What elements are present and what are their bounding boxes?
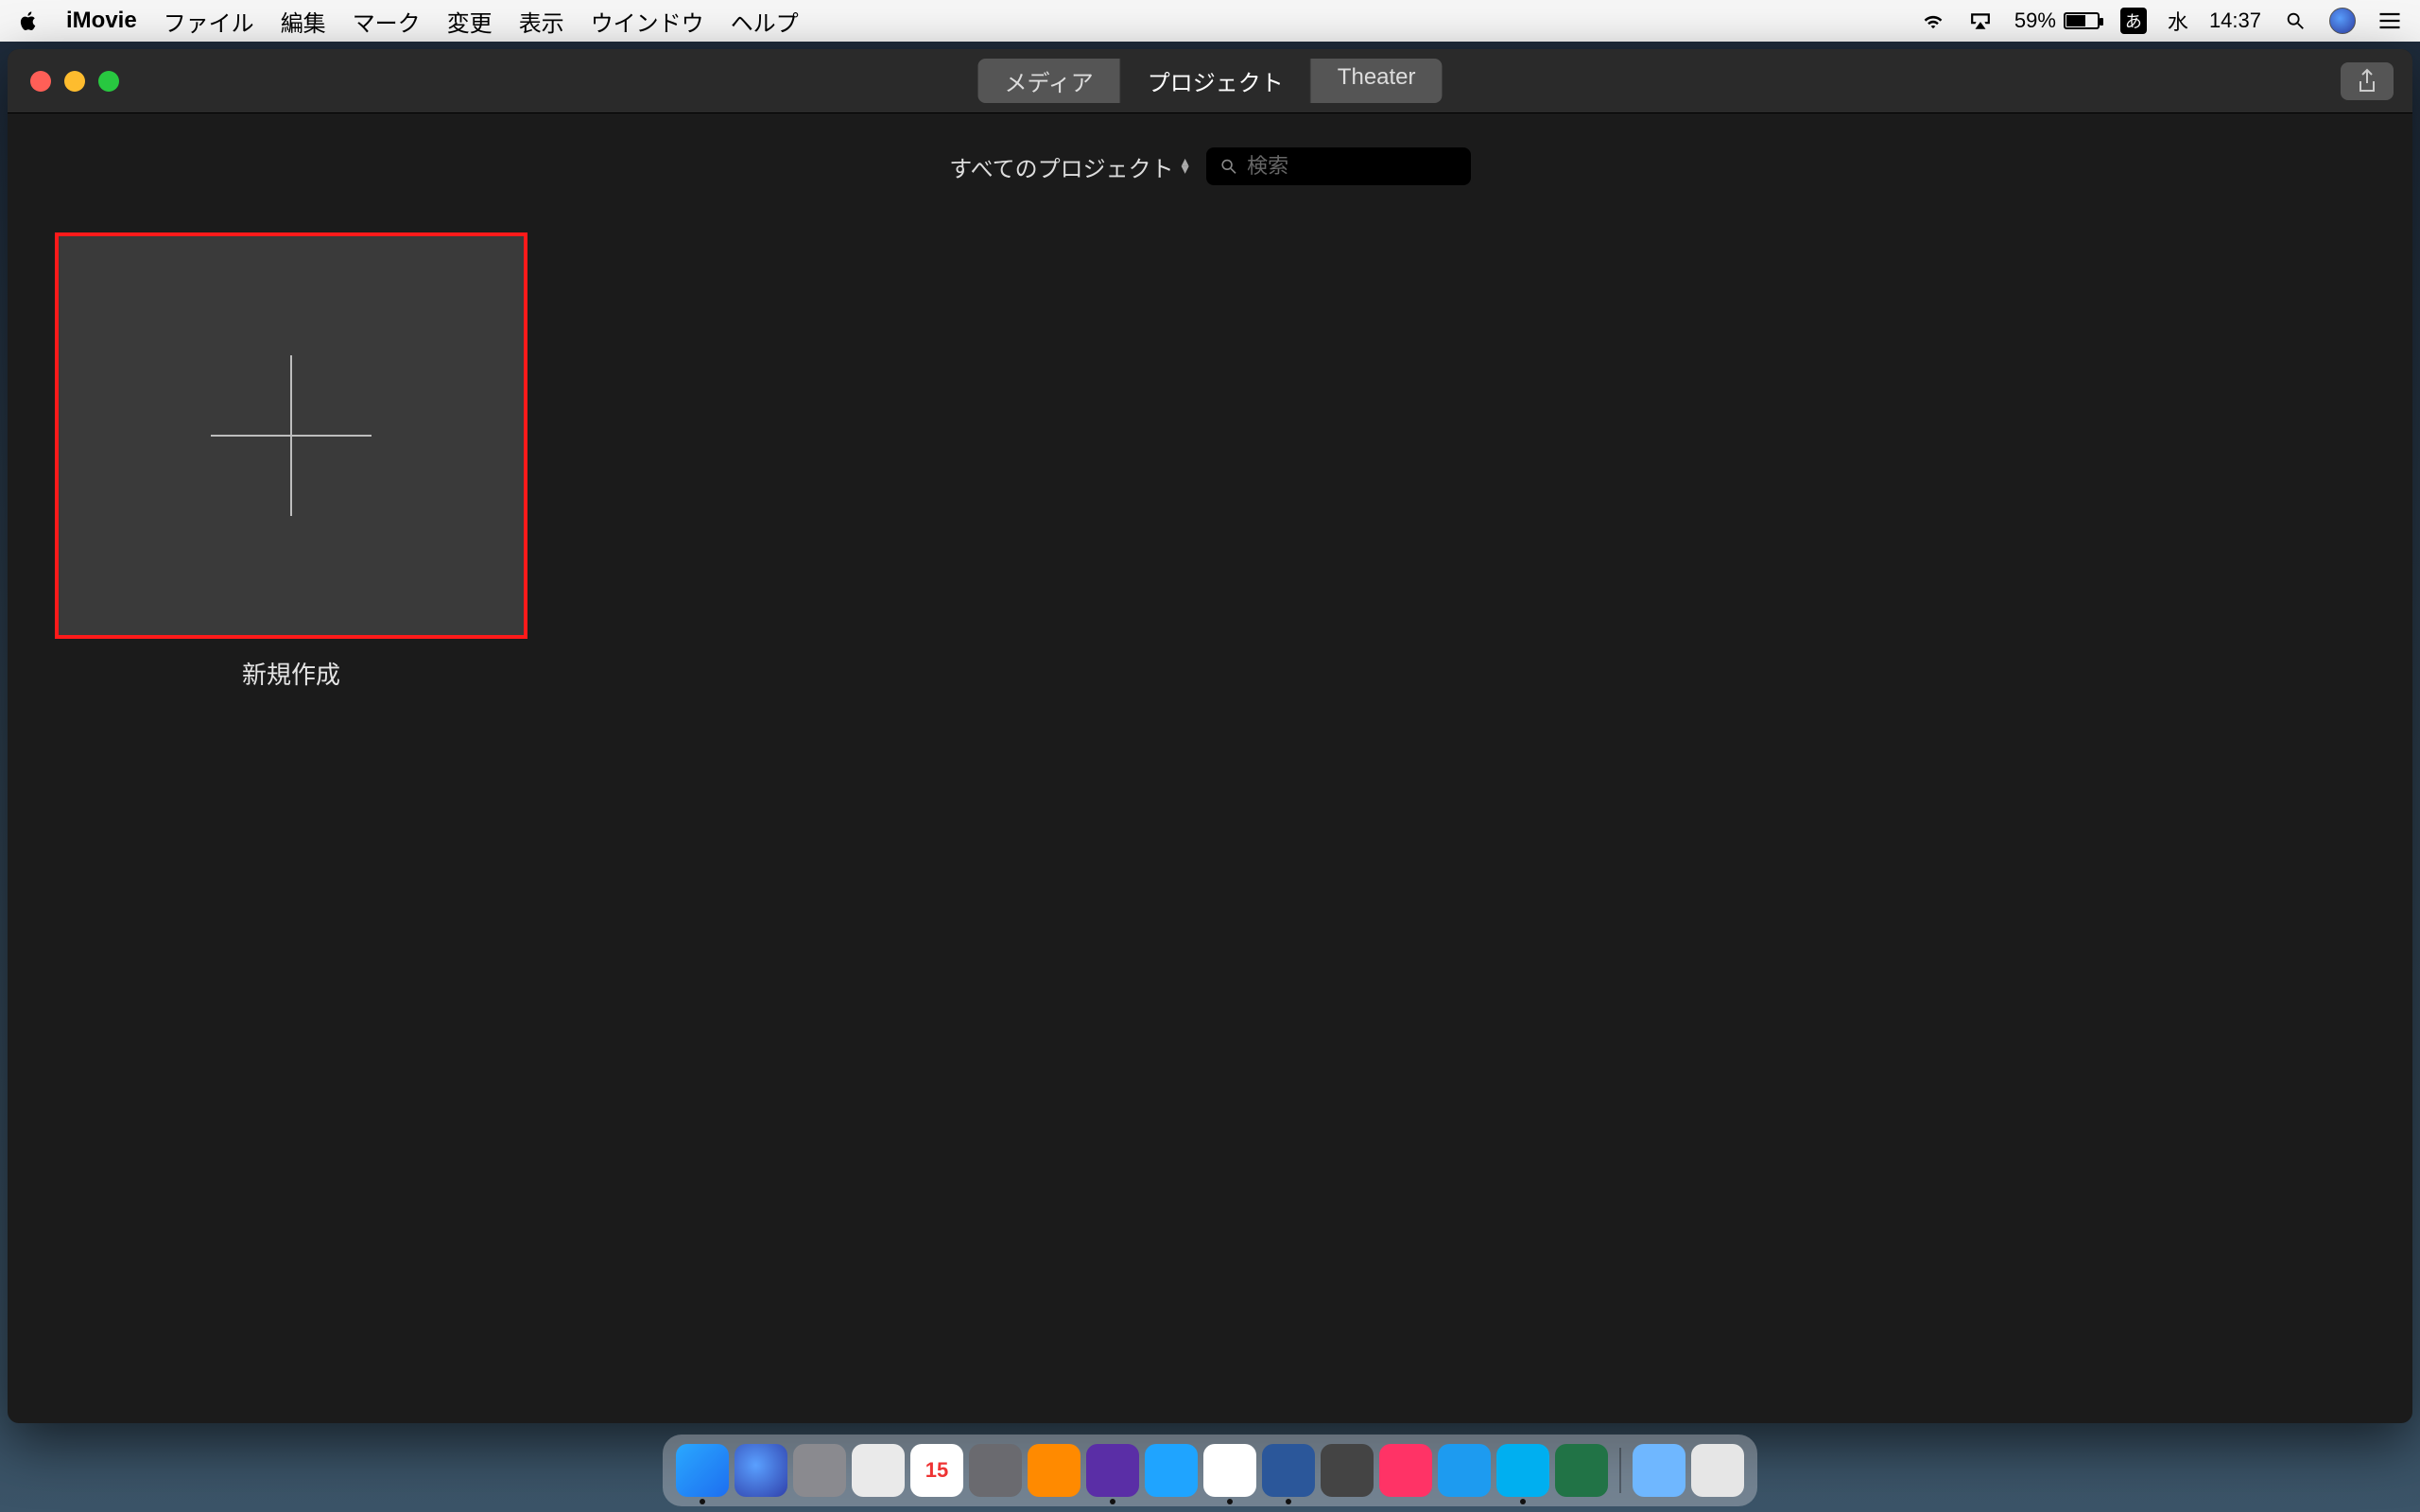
plus-icon bbox=[211, 355, 372, 516]
dock-app-chrome[interactable] bbox=[1203, 1444, 1256, 1497]
dock-app-appstore[interactable] bbox=[1438, 1444, 1491, 1497]
menubar-file[interactable]: ファイル bbox=[164, 5, 254, 38]
ime-indicator[interactable]: あ bbox=[2120, 8, 2147, 34]
tab-projects[interactable]: プロジェクト bbox=[1121, 59, 1311, 103]
menubar-time[interactable]: 14:37 bbox=[2209, 9, 2261, 33]
new-project-card[interactable]: 新規作成 bbox=[55, 232, 527, 691]
library-mode-segmented: メディア プロジェクト Theater bbox=[977, 59, 1442, 103]
menubar-day[interactable]: 水 bbox=[2168, 6, 2188, 36]
battery-status[interactable]: 59% bbox=[2014, 9, 2100, 33]
dock: 15 bbox=[663, 1435, 1757, 1506]
battery-percent-label: 59% bbox=[2014, 9, 2056, 33]
window-close-button[interactable] bbox=[30, 71, 51, 92]
airplay-icon[interactable] bbox=[1967, 10, 1994, 31]
projects-toolbar: すべてのプロジェクト ▴▾ bbox=[8, 113, 2412, 204]
menubar-help[interactable]: ヘルプ bbox=[731, 5, 799, 38]
menubar-window[interactable]: ウインドウ bbox=[591, 5, 704, 38]
dock-app-vlc[interactable] bbox=[1028, 1444, 1080, 1497]
dock-app-tool[interactable] bbox=[969, 1444, 1022, 1497]
dock-app-skype[interactable] bbox=[1496, 1444, 1549, 1497]
menubar-appname[interactable]: iMovie bbox=[66, 8, 137, 34]
dock-app-launchpad[interactable] bbox=[793, 1444, 846, 1497]
dock-app-word[interactable] bbox=[1262, 1444, 1315, 1497]
dock-app-compass[interactable] bbox=[852, 1444, 905, 1497]
dock-folder[interactable] bbox=[1633, 1444, 1685, 1497]
notification-center-icon[interactable] bbox=[2377, 10, 2403, 31]
apple-logo-icon[interactable] bbox=[17, 9, 40, 32]
dock-trash[interactable] bbox=[1691, 1444, 1744, 1497]
menubar-edit[interactable]: 編集 bbox=[281, 5, 326, 38]
new-project-label: 新規作成 bbox=[55, 656, 527, 691]
dock-app-calendar[interactable]: 15 bbox=[910, 1444, 963, 1497]
window-titlebar: メディア プロジェクト Theater bbox=[8, 49, 2412, 113]
imovie-window: メディア プロジェクト Theater すべてのプロジェクト ▴▾ 新規作成 bbox=[8, 49, 2412, 1423]
menubar-mark[interactable]: マーク bbox=[353, 5, 421, 38]
dock-app-safari[interactable] bbox=[1145, 1444, 1198, 1497]
siri-icon[interactable] bbox=[2329, 8, 2356, 34]
wifi-icon[interactable] bbox=[1920, 10, 1946, 31]
projects-filter-label: すべてのプロジェクト bbox=[949, 150, 1173, 183]
tab-theater[interactable]: Theater bbox=[1311, 59, 1443, 103]
window-minimize-button[interactable] bbox=[64, 71, 85, 92]
menubar-view[interactable]: 表示 bbox=[519, 5, 564, 38]
dock-app-itunes[interactable] bbox=[1379, 1444, 1432, 1497]
projects-filter-dropdown[interactable]: すべてのプロジェクト ▴▾ bbox=[949, 150, 1188, 183]
projects-search-field[interactable] bbox=[1206, 147, 1471, 185]
search-icon bbox=[1219, 156, 1237, 177]
dock-app-preview[interactable] bbox=[1321, 1444, 1374, 1497]
updown-icon: ▴▾ bbox=[1182, 159, 1189, 174]
dock-app-siri[interactable] bbox=[735, 1444, 787, 1497]
window-traffic-lights bbox=[8, 71, 119, 92]
dock-separator bbox=[1619, 1448, 1621, 1493]
battery-icon bbox=[2064, 12, 2100, 29]
new-project-thumb[interactable] bbox=[55, 232, 527, 639]
menubar-modify[interactable]: 変更 bbox=[447, 5, 493, 38]
window-maximize-button[interactable] bbox=[98, 71, 119, 92]
dock-app-excel[interactable] bbox=[1555, 1444, 1608, 1497]
mac-menubar: iMovie ファイル 編集 マーク 変更 表示 ウインドウ ヘルプ 59% あ… bbox=[0, 0, 2420, 42]
spotlight-icon[interactable] bbox=[2282, 10, 2308, 31]
calendar-day-label: 15 bbox=[925, 1458, 948, 1483]
share-button[interactable] bbox=[2341, 62, 2394, 100]
projects-grid: 新規作成 bbox=[8, 204, 2412, 719]
dock-app-finder[interactable] bbox=[676, 1444, 729, 1497]
tab-media[interactable]: メディア bbox=[977, 59, 1120, 103]
dock-app-imovie[interactable] bbox=[1086, 1444, 1139, 1497]
projects-search-input[interactable] bbox=[1247, 154, 1458, 179]
